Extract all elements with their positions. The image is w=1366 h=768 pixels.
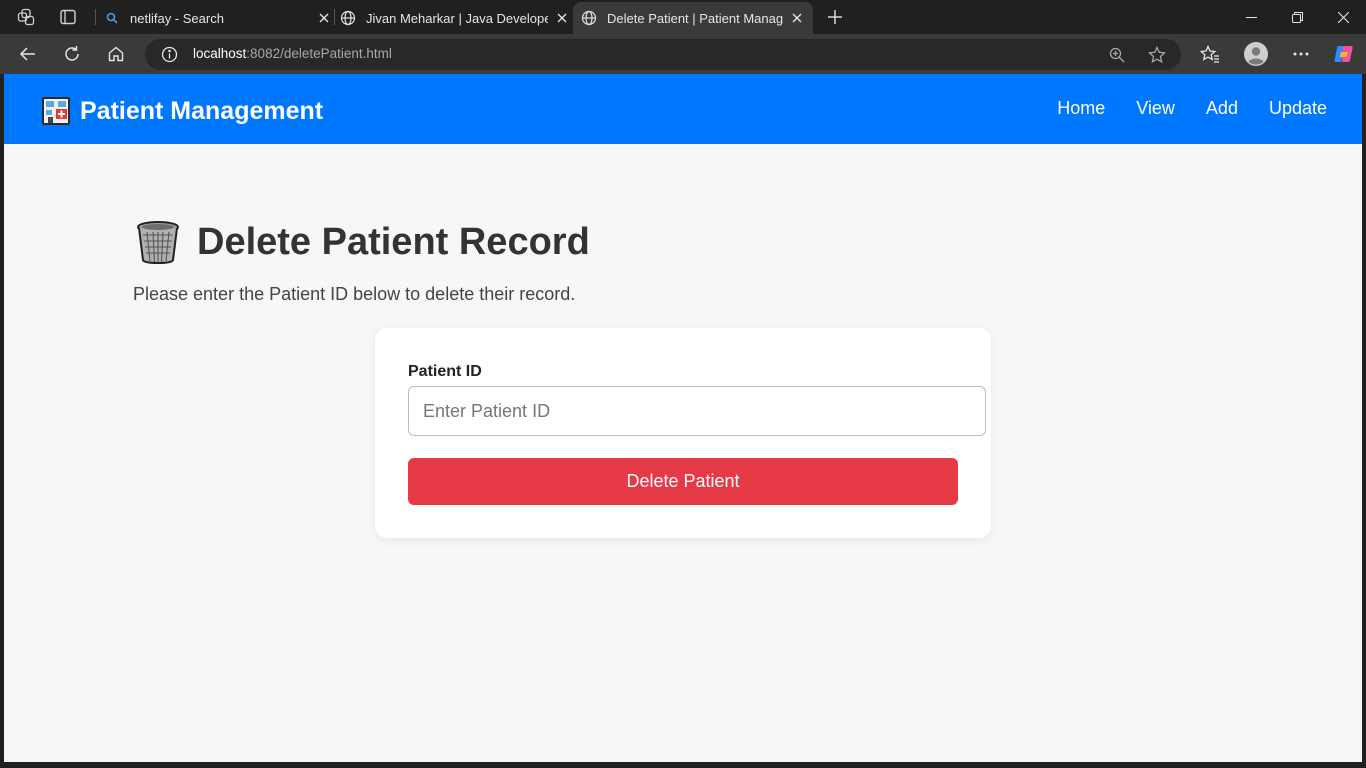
delete-patient-button[interactable]: Delete Patient (408, 458, 958, 505)
nav-link-add[interactable]: Add (1206, 98, 1238, 119)
workspaces-icon[interactable] (15, 6, 37, 28)
site-header: Patient Management Home View Add Update (4, 74, 1362, 144)
page-subtitle: Please enter the Patient ID below to del… (133, 284, 576, 304)
zoom-icon[interactable] (1107, 45, 1127, 65)
page-viewport: Patient Management Home View Add Update … (4, 74, 1362, 762)
more-options-icon[interactable] (1288, 41, 1314, 67)
globe-icon (581, 10, 597, 26)
tab-delete-patient[interactable]: Delete Patient | Patient Management (573, 2, 813, 34)
nav-link-home[interactable]: Home (1057, 98, 1105, 119)
url-host: localhost (193, 46, 247, 61)
close-icon[interactable] (789, 10, 805, 26)
nav-link-view[interactable]: View (1136, 98, 1175, 119)
tab-title: Jivan Meharkar | Java Developer (366, 10, 548, 26)
new-tab-icon[interactable] (824, 6, 846, 28)
delete-form-card: Patient ID Delete Patient (375, 328, 991, 538)
brand-name: Patient Management (80, 96, 324, 125)
copilot-icon[interactable] (1331, 41, 1357, 67)
page-heading: Delete Patient Record (197, 220, 590, 263)
back-icon[interactable] (15, 41, 41, 67)
wastebasket-icon (137, 221, 179, 265)
main-nav: Home View Add Update (1026, 98, 1327, 119)
tab-title: netlifay - Search (130, 10, 224, 26)
tab-search[interactable]: netlifay - Search (102, 2, 332, 34)
restore-icon[interactable] (1274, 0, 1320, 34)
tab-portfolio[interactable]: Jivan Meharkar | Java Developer (340, 2, 570, 34)
close-icon[interactable] (554, 10, 570, 26)
favorite-star-icon[interactable] (1147, 45, 1167, 65)
close-icon[interactable] (316, 10, 332, 26)
home-icon[interactable] (103, 41, 129, 67)
site-info-icon[interactable] (161, 46, 178, 63)
search-icon (104, 10, 120, 26)
browser-tab-bar: netlifay - Search Jivan Meharkar | Java … (0, 0, 1366, 34)
page-title: Delete Patient Record (135, 216, 590, 268)
brand[interactable]: Patient Management (40, 94, 323, 128)
patient-id-input[interactable] (408, 386, 986, 436)
tab-title: Delete Patient | Patient Management (607, 10, 783, 26)
refresh-icon[interactable] (59, 41, 85, 67)
favorites-icon[interactable] (1197, 41, 1223, 67)
globe-icon (340, 10, 356, 26)
patient-id-label: Patient ID (408, 363, 482, 380)
hospital-icon (42, 97, 70, 125)
address-bar[interactable]: localhost:8082/deletePatient.html (145, 39, 1181, 70)
tab-actions-icon[interactable] (57, 6, 79, 28)
close-window-icon[interactable] (1320, 0, 1366, 34)
minimize-icon[interactable] (1228, 0, 1274, 34)
profile-avatar-icon[interactable] (1243, 41, 1269, 67)
url-text: localhost:8082/deletePatient.html (193, 46, 392, 61)
url-path: :8082/deletePatient.html (246, 46, 392, 61)
browser-toolbar: localhost:8082/deletePatient.html (0, 34, 1366, 74)
nav-link-update[interactable]: Update (1269, 98, 1327, 119)
